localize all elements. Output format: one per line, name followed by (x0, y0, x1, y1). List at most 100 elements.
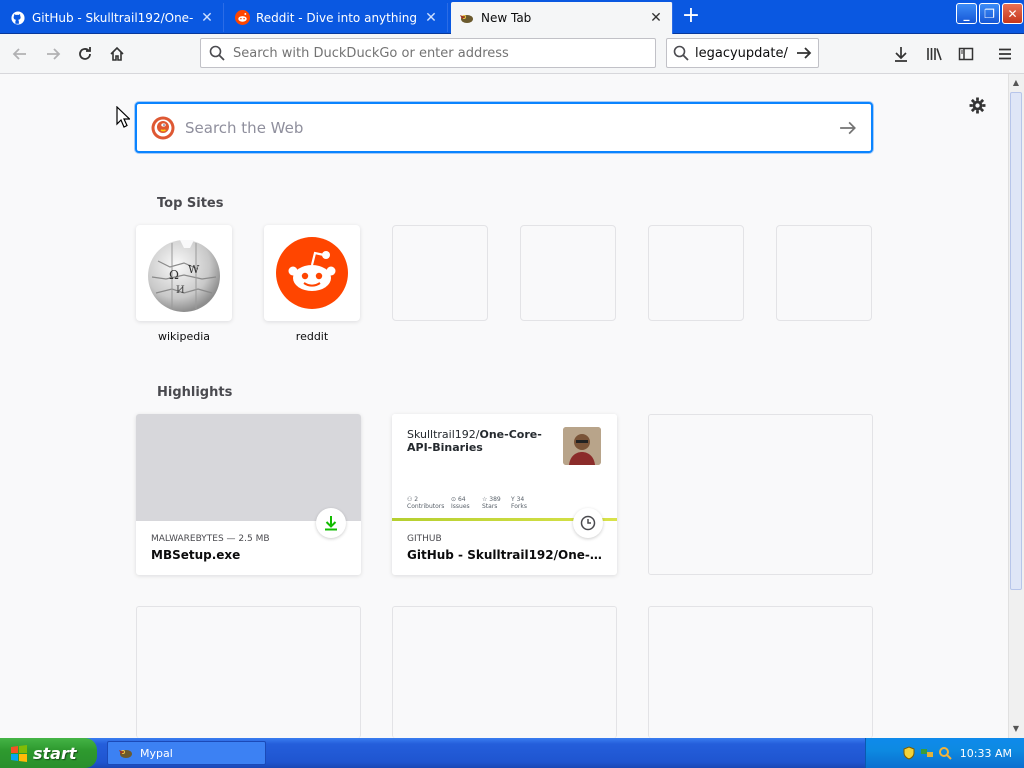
stat-label: Contributors (407, 503, 445, 510)
scroll-up-arrow-icon[interactable]: ▲ (1010, 76, 1022, 90)
downloads-button[interactable] (888, 41, 914, 67)
mypal-icon (459, 10, 475, 26)
highlight-card-download[interactable]: MALWAREBYTES — 2.5 MB MBSetup.exe (136, 414, 361, 575)
preview-owner: Skulltrail192/ (407, 428, 480, 441)
gear-icon[interactable] (966, 94, 988, 116)
tab-github[interactable]: GitHub - Skulltrail192/One-Core-API ✕ (2, 3, 224, 32)
start-label: start (33, 743, 77, 763)
windows-logo-icon (11, 745, 27, 762)
web-search-input[interactable] (185, 118, 839, 137)
top-site-label: wikipedia (157, 330, 210, 343)
network-icon[interactable] (920, 746, 934, 760)
highlight-empty-slot (392, 606, 617, 738)
highlight-title: MBSetup.exe (151, 548, 241, 562)
download-icon (316, 508, 346, 538)
scroll-down-arrow-icon[interactable]: ▼ (1010, 722, 1022, 736)
stat-forks: Y 34 Forks (511, 496, 527, 510)
highlight-title: GitHub - Skulltrail192/One-Core... (407, 548, 603, 562)
mypal-icon (119, 750, 132, 758)
url-input[interactable] (233, 45, 647, 61)
tab-title: Reddit - Dive into anything (256, 10, 417, 25)
top-site-empty-slot (776, 225, 872, 321)
preview-repo-name: Skulltrail192/One-Core-API-Binaries (407, 428, 557, 454)
avatar (563, 427, 601, 465)
url-bar[interactable] (200, 38, 656, 68)
stat-stars: ☆ 389 Stars (482, 496, 501, 510)
highlight-preview-placeholder (136, 414, 361, 521)
system-tray: 10:33 AM (865, 738, 1024, 768)
search-input[interactable] (695, 45, 796, 61)
library-icon (926, 48, 942, 61)
sidebar-icon (958, 47, 974, 61)
stat-label: Stars (482, 503, 498, 510)
top-site-empty-slot (520, 225, 616, 321)
taskbar-item-mypal[interactable]: Mypal (107, 741, 266, 765)
download-icon (895, 47, 907, 62)
taskbar-item-label: Mypal (140, 746, 173, 760)
start-button[interactable]: start (0, 738, 97, 768)
stat-value: 2 (414, 496, 419, 503)
library-button[interactable] (921, 41, 947, 67)
hamburger-menu-icon (999, 48, 1011, 60)
wikipedia-globe-icon: Ω W И (148, 240, 220, 312)
highlight-card-github[interactable]: Skulltrail192/One-Core-API-Binaries ⚇ 2C… (392, 414, 617, 575)
github-icon (10, 10, 26, 26)
close-window-button[interactable]: ✕ (1002, 3, 1023, 24)
tab-new-tab[interactable]: New Tab ✕ (451, 2, 673, 34)
close-tab-icon[interactable]: ✕ (199, 10, 215, 26)
close-tab-icon[interactable]: ✕ (648, 10, 664, 26)
scrollbar-thumb[interactable] (1010, 92, 1022, 590)
search-icon (209, 45, 225, 61)
top-site-tile-reddit[interactable] (264, 225, 360, 321)
stat-value: 389 (489, 496, 501, 503)
stat-value: 64 (457, 496, 466, 503)
reddit-icon (234, 10, 250, 26)
search-tray-icon[interactable] (938, 746, 952, 760)
highlight-empty-slot (648, 414, 873, 575)
svg-text:W: W (188, 263, 200, 276)
top-site-empty-slot (392, 225, 488, 321)
mouse-cursor-icon (116, 106, 130, 128)
new-tab-button[interactable]: + (678, 5, 704, 29)
tab-reddit[interactable]: Reddit - Dive into anything ✕ (226, 3, 448, 32)
svg-text:И: И (176, 285, 185, 296)
security-shield-icon[interactable] (902, 746, 916, 760)
forward-arrow-icon (47, 48, 61, 60)
stat-contributors: ⚇ 2 Contributors (407, 496, 445, 510)
svg-text:Ω: Ω (169, 268, 179, 282)
highlight-empty-slot (136, 606, 361, 738)
sidebar-button[interactable] (953, 41, 979, 67)
web-search-box[interactable] (135, 102, 873, 153)
close-tab-icon[interactable]: ✕ (423, 10, 439, 26)
highlight-preview: Skulltrail192/One-Core-API-Binaries ⚇ 2C… (392, 414, 617, 521)
restore-button[interactable]: ❐ (979, 3, 1000, 24)
clock: 10:33 AM (959, 746, 1012, 760)
forward-button[interactable] (40, 41, 66, 67)
highlight-context: MALWAREBYTES — 2.5 MB (151, 534, 270, 544)
preview-stats: ⚇ 2 Contributors ⊙ 64 Issues ☆ 389 Stars Y … (407, 496, 607, 510)
highlight-empty-slot (648, 606, 873, 738)
clock-icon (573, 508, 603, 538)
stat-label: Forks (511, 503, 527, 510)
stat-label: Issues (451, 503, 470, 510)
top-site-tile-wikipedia[interactable]: Ω W И (136, 225, 232, 321)
reddit-icon (276, 237, 348, 309)
back-button[interactable] (7, 41, 33, 67)
highlight-context: GITHUB (407, 534, 442, 544)
home-button[interactable] (104, 41, 130, 67)
stat-value: 34 (516, 496, 525, 503)
top-site-label: reddit (295, 330, 329, 343)
search-bar[interactable] (666, 38, 819, 68)
back-arrow-icon (12, 48, 26, 60)
go-arrow-icon[interactable] (796, 45, 812, 61)
search-icon (673, 45, 689, 61)
minimize-button[interactable]: _ (956, 3, 977, 24)
reload-button[interactable] (72, 41, 98, 67)
reload-icon (79, 47, 91, 60)
home-icon (110, 46, 124, 61)
menu-button[interactable] (992, 41, 1018, 67)
top-sites-heading: Top Sites (157, 196, 224, 211)
highlights-heading: Highlights (157, 385, 233, 400)
tab-title: GitHub - Skulltrail192/One-Core-API (32, 10, 193, 25)
search-submit-arrow-icon[interactable] (839, 119, 857, 137)
